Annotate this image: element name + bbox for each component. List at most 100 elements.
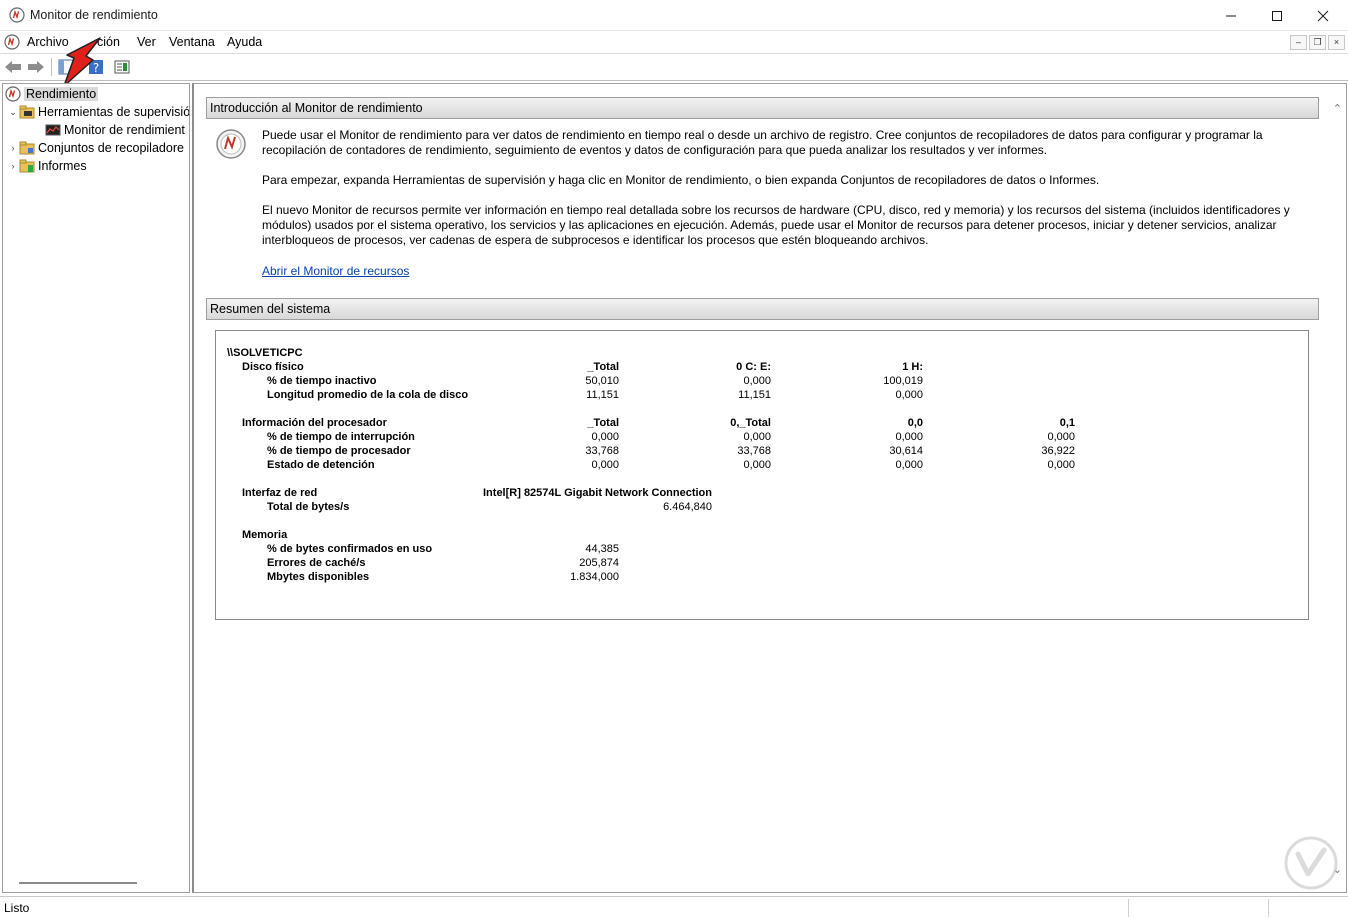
- disk-col-0: 0 C: E:: [736, 361, 771, 373]
- cpu-value: 0,000: [591, 431, 619, 443]
- minimize-button[interactable]: [1208, 0, 1254, 31]
- forward-arrow-icon: [28, 61, 44, 73]
- collapse-chevron-icon[interactable]: ⌄: [7, 107, 19, 118]
- disk-value: 0,000: [743, 375, 771, 387]
- mdi-restore-button[interactable]: ❐: [1309, 35, 1326, 50]
- watermark-logo: [1284, 836, 1338, 890]
- disk-row-label: % de tiempo inactivo: [267, 375, 377, 387]
- back-button[interactable]: [3, 58, 23, 76]
- cpu-col-0-0: 0,0: [907, 417, 923, 429]
- disk-value: 100,019: [883, 375, 923, 387]
- cpu-value: 0,000: [1047, 459, 1075, 471]
- cpu-row-label: % de tiempo de procesador: [267, 445, 411, 457]
- tree-horizontal-scrollbar[interactable]: [19, 882, 137, 884]
- menu-ventana[interactable]: Ventana: [169, 35, 215, 49]
- minimize-icon: –: [1295, 37, 1301, 47]
- data-collector-sets-folder-icon: [19, 141, 35, 155]
- disk-row-label: Longitud promedio de la cola de disco: [267, 389, 469, 401]
- tree-item-label: Herramientas de supervisió: [38, 105, 190, 119]
- close-icon: [1317, 10, 1329, 21]
- menu-bar: Archivo ción Ver Ventana Ayuda – ❐ ×: [0, 31, 1348, 53]
- performance-monitor-large-icon: [216, 129, 246, 159]
- tree-item-herramientas[interactable]: ⌄ Herramientas de supervisió: [7, 103, 190, 121]
- network-value: 6.464,840: [663, 501, 712, 513]
- performance-monitor-icon: [9, 7, 25, 23]
- network-title: Interfaz de red: [242, 487, 318, 499]
- memory-value: 44,385: [585, 543, 619, 555]
- memory-row-label: Mbytes disponibles: [267, 571, 370, 583]
- monitoring-tools-folder-icon: [19, 105, 35, 119]
- tree-item-monitor[interactable]: Monitor de rendimient: [45, 121, 185, 139]
- network-row-label: Total de bytes/s: [267, 501, 350, 513]
- console-tree: Rendimiento ⌄ Herramientas de supervisió…: [2, 83, 190, 893]
- summary-section-header: Resumen del sistema: [206, 298, 1319, 320]
- tree-item-label: Informes: [38, 159, 87, 173]
- status-text: Listo: [4, 901, 30, 915]
- tree-item-conjuntos[interactable]: › Conjuntos de recopiladore: [7, 139, 184, 157]
- cpu-value: 0,000: [895, 459, 923, 471]
- restore-icon: ❐: [1313, 37, 1322, 47]
- network-adapter-name: Intel[R] 82574L Gigabit Network Connecti…: [483, 487, 712, 499]
- status-panel: [1128, 899, 1129, 917]
- cpu-col-0-total: 0,_Total: [730, 417, 771, 429]
- expand-chevron-icon[interactable]: ›: [7, 143, 19, 153]
- mdi-close-button[interactable]: ×: [1328, 35, 1345, 50]
- memory-value: 1.834,000: [570, 571, 619, 583]
- cpu-value: 33,768: [737, 445, 771, 457]
- cpu-value: 0,000: [1047, 431, 1075, 443]
- disk-value: 11,151: [586, 389, 619, 401]
- minimize-icon: [1226, 15, 1236, 16]
- tree-item-rendimiento[interactable]: Rendimiento: [5, 85, 99, 103]
- intro-paragraph-3b: módulos) usados por el sistema operativo…: [262, 218, 1277, 232]
- window-title: Monitor de rendimiento: [30, 8, 158, 22]
- disk-value: 11,151: [738, 389, 771, 401]
- menu-ayuda[interactable]: Ayuda: [227, 35, 262, 49]
- disk-col-1: 1 H:: [902, 361, 923, 373]
- cpu-title: Información del procesador: [242, 417, 387, 429]
- cpu-value: 30,614: [889, 445, 923, 457]
- intro-paragraph-2: Para empezar, expanda Herramientas de su…: [262, 173, 1100, 187]
- system-summary-box: \\SOLVETICPC Disco físico _Total 0 C: E:…: [215, 330, 1309, 620]
- cpu-row-label: % de tiempo de interrupción: [267, 431, 415, 443]
- performance-icon: [5, 86, 21, 102]
- maximize-button[interactable]: [1254, 0, 1300, 31]
- forward-button[interactable]: [26, 58, 46, 76]
- system-menu-icon[interactable]: [4, 34, 20, 50]
- memory-title: Memoria: [242, 529, 288, 541]
- intro-paragraph-3a: El nuevo Monitor de recursos permite ver…: [262, 203, 1290, 217]
- expand-chevron-icon[interactable]: ›: [7, 161, 19, 171]
- cpu-value: 0,000: [895, 431, 923, 443]
- cpu-value: 0,000: [743, 431, 771, 443]
- title-bar: Monitor de rendimiento: [0, 0, 1348, 31]
- mdi-minimize-button[interactable]: –: [1290, 35, 1307, 50]
- memory-row-label: Errores de caché/s: [267, 557, 366, 569]
- tree-item-label: Rendimiento: [24, 87, 99, 101]
- cpu-value: 36,922: [1041, 445, 1075, 457]
- tree-item-informes[interactable]: › Informes: [7, 157, 87, 175]
- details-pane: ⌃ Introducción al Monitor de rendimiento…: [192, 83, 1347, 893]
- status-bar: Listo: [0, 896, 1348, 918]
- scroll-up-icon[interactable]: ⌃: [1333, 102, 1342, 115]
- close-button[interactable]: [1300, 0, 1346, 31]
- tree-item-label: Monitor de rendimient: [64, 123, 185, 137]
- open-resource-monitor-link[interactable]: Abrir el Monitor de recursos: [262, 264, 409, 278]
- tree-item-label: Conjuntos de recopiladore: [38, 141, 184, 155]
- intro-paragraph-1a: Puede usar el Monitor de rendimiento par…: [262, 128, 1263, 142]
- menu-ver[interactable]: Ver: [137, 35, 156, 49]
- toolbar: ?: [0, 53, 1348, 81]
- cpu-row-label: Estado de detención: [267, 459, 375, 471]
- back-arrow-icon: [5, 61, 21, 73]
- status-panel: [1268, 899, 1269, 917]
- cpu-col-0-1: 0,1: [1059, 417, 1075, 429]
- cpu-value: 0,000: [591, 459, 619, 471]
- disk-title: Disco físico: [242, 361, 304, 373]
- disk-col-total: _Total: [587, 361, 619, 373]
- intro-paragraph-3c: interbloqueos de procesos, ver cadenas d…: [262, 233, 929, 247]
- machine-name: \\SOLVETICPC: [227, 347, 303, 359]
- intro-section-header: Introducción al Monitor de rendimiento: [206, 97, 1319, 119]
- action-pane-icon: [114, 60, 130, 74]
- show-action-pane-button[interactable]: [112, 58, 132, 76]
- memory-value: 205,874: [579, 557, 619, 569]
- performance-monitor-chart-icon: [45, 124, 61, 136]
- maximize-icon: [1272, 10, 1282, 21]
